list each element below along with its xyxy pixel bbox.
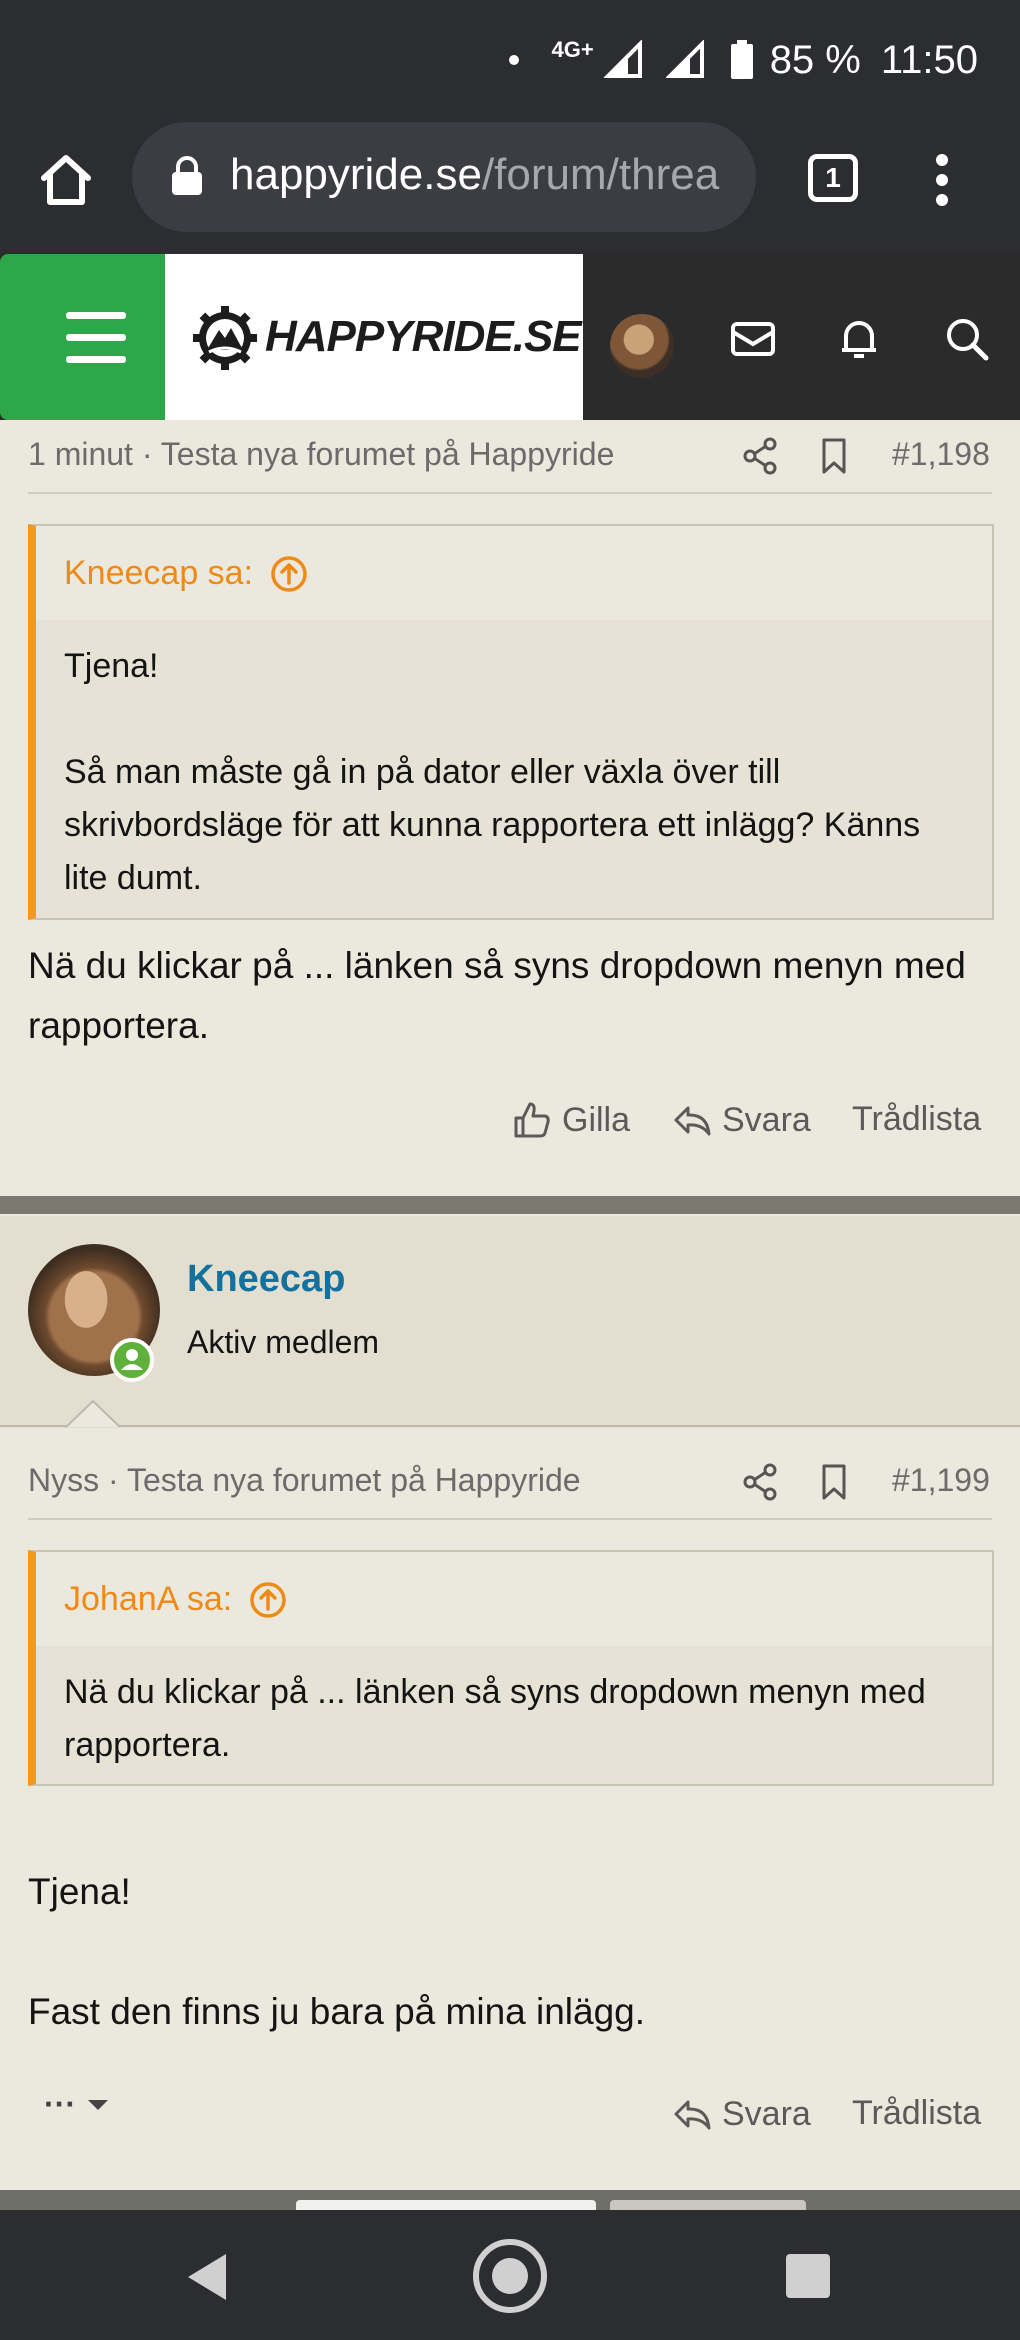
site-logo[interactable]: HAPPYRIDE.SE bbox=[165, 254, 583, 420]
arrow-notch bbox=[66, 1400, 120, 1428]
thread-list-label: Trådlista bbox=[852, 2094, 982, 2132]
back-icon[interactable] bbox=[186, 2252, 230, 2302]
arrow-up-circle-icon[interactable] bbox=[248, 1580, 288, 1620]
browser-toolbar: happyride.se/forum/threa 1 bbox=[0, 120, 1020, 254]
reply-icon bbox=[674, 2100, 711, 2130]
like-button[interactable]: Gilla bbox=[512, 1100, 630, 1140]
quote-paragraph: Så man måste gå in på dator eller växla … bbox=[64, 753, 921, 897]
quote-header[interactable]: JohanA sa: bbox=[36, 1552, 992, 1646]
network-type: 4G+ bbox=[551, 37, 594, 62]
site-header: HAPPYRIDE.SE bbox=[0, 254, 1020, 420]
footer-tab[interactable] bbox=[296, 2200, 596, 2210]
bookmark-icon[interactable] bbox=[814, 1462, 854, 1502]
battery-icon bbox=[730, 40, 753, 79]
quote-text: Tjena! Så man måste gå in på dator eller… bbox=[36, 620, 992, 925]
thread-link[interactable]: Testa nya forumet på Happyride bbox=[127, 1462, 581, 1498]
signal-icon bbox=[603, 40, 642, 78]
thumbs-up-icon bbox=[514, 1102, 550, 1138]
battery-percentage: 85 % bbox=[769, 37, 861, 82]
hamburger-menu-button[interactable] bbox=[0, 254, 165, 420]
notification-dot-icon bbox=[509, 55, 520, 65]
member-name[interactable]: Kneecap bbox=[187, 1258, 345, 1301]
quote-paragraph: Nä du klickar på ... länken så syns drop… bbox=[64, 1673, 926, 1764]
quote-text: Nä du klickar på ... länken så syns drop… bbox=[36, 1646, 992, 1792]
lock-icon bbox=[172, 156, 202, 195]
reply-label: Svara bbox=[722, 2094, 811, 2133]
member-title: Aktiv medlem bbox=[187, 1324, 380, 1360]
thread-list-button[interactable]: Trådlista bbox=[852, 1100, 981, 1139]
reply-label: Svara bbox=[722, 1100, 811, 1139]
url-bar[interactable]: happyride.se/forum/threa bbox=[132, 122, 756, 232]
url-path: /forum/threa bbox=[481, 150, 720, 199]
url-text: happyride.se/forum/threa bbox=[230, 150, 719, 200]
more-options-button[interactable]: ··· bbox=[44, 2086, 110, 2123]
home-circle-icon[interactable] bbox=[470, 2236, 550, 2316]
search-icon[interactable] bbox=[942, 314, 992, 364]
post-separator bbox=[0, 1196, 1020, 1214]
post-body-paragraph: Fast den finns ju bara på mina inlägg. bbox=[28, 1991, 646, 2032]
like-label: Gilla bbox=[562, 1100, 631, 1139]
reply-button[interactable]: Svara bbox=[672, 2094, 811, 2134]
home-icon[interactable] bbox=[36, 150, 96, 210]
post-time[interactable]: Nyss bbox=[28, 1462, 99, 1498]
arrow-up-circle-icon[interactable] bbox=[269, 554, 309, 594]
reply-button[interactable]: Svara bbox=[672, 1100, 811, 1140]
gear-mountain-logo-icon bbox=[193, 306, 257, 370]
quote-author: Kneecap sa: bbox=[64, 554, 254, 592]
logo-text: HAPPYRIDE.SE bbox=[265, 312, 582, 361]
post-body: Nä du klickar på ... länken så syns drop… bbox=[28, 945, 966, 1046]
signal-icon-2 bbox=[665, 40, 704, 78]
post-body-paragraph: Tjena! bbox=[28, 1871, 131, 1912]
quote-block: Kneecap sa: Tjena! Så man måste gå in på… bbox=[28, 524, 994, 920]
url-domain: happyride.se bbox=[230, 150, 482, 199]
online-status-icon bbox=[110, 1338, 154, 1382]
divider bbox=[0, 1425, 1020, 1427]
more-vert-icon[interactable] bbox=[920, 150, 964, 210]
more-label: ··· bbox=[44, 2086, 76, 2122]
reply-icon bbox=[674, 1106, 711, 1136]
post-number[interactable]: #1,199 bbox=[892, 1462, 990, 1499]
caret-down-icon bbox=[87, 2099, 108, 2110]
clock: 11:50 bbox=[880, 37, 978, 82]
share-icon[interactable] bbox=[740, 1462, 780, 1502]
post-meta: Nyss · Testa nya forumet på Happyride bbox=[28, 1462, 581, 1498]
quote-author: JohanA sa: bbox=[64, 1580, 233, 1618]
divider bbox=[28, 492, 992, 494]
mail-icon[interactable] bbox=[728, 314, 778, 364]
quote-block: JohanA sa: Nä du klickar på ... länken s… bbox=[28, 1550, 994, 1786]
thread-list-button[interactable]: Trådlista bbox=[852, 2094, 981, 2133]
post-number[interactable]: #1,198 bbox=[892, 436, 990, 473]
share-icon[interactable] bbox=[740, 436, 780, 476]
user-avatar[interactable] bbox=[610, 314, 674, 378]
quote-header[interactable]: Kneecap sa: bbox=[36, 526, 992, 620]
quote-paragraph: Tjena! bbox=[64, 647, 159, 685]
thread-link[interactable]: Testa nya forumet på Happyride bbox=[161, 436, 615, 472]
divider bbox=[28, 1518, 992, 1520]
post-time[interactable]: 1 minut bbox=[28, 436, 133, 472]
bell-icon[interactable] bbox=[834, 314, 884, 364]
tab-switcher-button[interactable]: 1 bbox=[808, 154, 858, 202]
footer-tab[interactable] bbox=[610, 2200, 806, 2210]
recents-square-icon[interactable] bbox=[786, 2254, 830, 2298]
post-meta: 1 minut · Testa nya forumet på Happyride bbox=[28, 436, 615, 472]
bookmark-icon[interactable] bbox=[814, 436, 854, 476]
status-bar: 4G+ 85 % 11:50 bbox=[0, 0, 1020, 120]
thread-list-label: Trådlista bbox=[852, 1100, 982, 1138]
